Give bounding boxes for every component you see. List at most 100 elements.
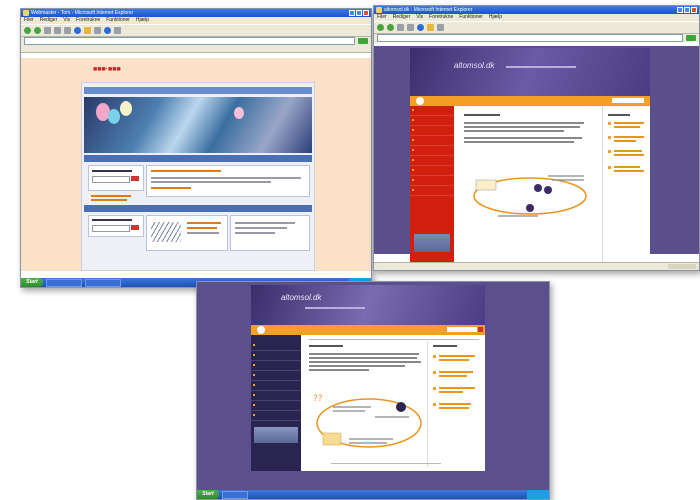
history-icon[interactable]	[94, 27, 101, 34]
menu-view[interactable]: Vis	[416, 14, 423, 21]
sidebar-item[interactable]	[251, 341, 301, 351]
search-icon[interactable]	[417, 24, 424, 31]
refresh-icon[interactable]	[54, 27, 61, 34]
page-container	[81, 82, 315, 271]
search-input[interactable]	[92, 225, 130, 232]
menu-file[interactable]: Filer	[377, 14, 387, 21]
system-tray	[527, 490, 549, 499]
maximize-button[interactable]	[684, 7, 690, 13]
back-icon[interactable]	[24, 27, 31, 34]
forward-icon[interactable]	[387, 24, 394, 31]
svg-text:??: ??	[313, 394, 323, 404]
sidebar-item[interactable]	[251, 411, 301, 421]
sidebar-item[interactable]	[251, 351, 301, 361]
menu-help[interactable]: Hjælp	[489, 14, 502, 21]
taskbar-item[interactable]	[46, 278, 82, 287]
menu-view[interactable]: Vis	[63, 17, 70, 24]
menu-help[interactable]: Hjælp	[136, 17, 149, 24]
minimize-button[interactable]	[349, 10, 355, 16]
top-nav-bar	[410, 96, 650, 106]
sidebar-item[interactable]	[410, 166, 454, 176]
site-search-input[interactable]	[447, 327, 477, 332]
mail-icon[interactable]	[104, 27, 111, 34]
favorites-icon[interactable]	[427, 24, 434, 31]
print-icon[interactable]	[114, 27, 121, 34]
address-field[interactable]	[377, 34, 683, 42]
menu-favorites[interactable]: Foretrukne	[76, 17, 100, 24]
login-button[interactable]	[131, 176, 139, 181]
sidebar-item[interactable]	[410, 136, 454, 146]
menu-tools[interactable]: Funktioner	[106, 17, 130, 24]
sidebar-item[interactable]	[410, 156, 454, 166]
menu-tools[interactable]: Funktioner	[459, 14, 483, 21]
sidebar-item[interactable]	[251, 401, 301, 411]
screenshot-1-browser-window: Webmaster - Tom - Microsoft Internet Exp…	[20, 8, 372, 288]
sidebar-item[interactable]	[410, 146, 454, 156]
top-nav-bar	[251, 325, 485, 335]
refresh-icon[interactable]	[407, 24, 414, 31]
search-button[interactable]	[478, 327, 483, 332]
home-icon[interactable]	[64, 27, 71, 34]
sidebar-image	[254, 427, 298, 443]
sidebar-item[interactable]	[251, 371, 301, 381]
site-logo: altomsol.dk	[454, 61, 495, 70]
news-box	[230, 215, 310, 251]
site-banner: altomsol.dk	[251, 285, 485, 325]
close-button[interactable]	[363, 10, 369, 16]
address-bar	[374, 34, 699, 42]
go-button[interactable]	[686, 35, 696, 41]
window-titlebar: Webmaster - Tom - Microsoft Internet Exp…	[21, 9, 371, 17]
menu-file[interactable]: Filer	[24, 17, 34, 24]
menu-edit[interactable]: Rediger	[393, 14, 411, 21]
page-viewport: ■■■·■■■	[21, 58, 371, 271]
main-content: ??	[301, 335, 485, 471]
taskbar-item[interactable]	[85, 278, 121, 287]
login-input[interactable]	[92, 176, 130, 183]
home-icon[interactable]	[257, 326, 265, 334]
start-button[interactable]: Start	[197, 490, 219, 499]
minimize-button[interactable]	[677, 7, 683, 13]
search-icon[interactable]	[74, 27, 81, 34]
links-bar	[21, 45, 371, 53]
page-viewport: altomsol.dk	[197, 282, 549, 490]
sidebar-item[interactable]	[251, 391, 301, 401]
article-image	[151, 222, 181, 242]
maximize-button[interactable]	[356, 10, 362, 16]
search-box	[88, 215, 144, 237]
menu-bar: Filer Rediger Vis Foretrukne Funktioner …	[21, 17, 371, 24]
address-field[interactable]	[24, 37, 355, 45]
welcome-box	[146, 165, 310, 197]
menu-edit[interactable]: Rediger	[40, 17, 58, 24]
back-icon[interactable]	[377, 24, 384, 31]
sidebar-nav	[251, 335, 301, 471]
section-bar	[84, 155, 312, 162]
sidebar-item[interactable]	[410, 126, 454, 136]
sidebar-item[interactable]	[410, 116, 454, 126]
sidebar-item[interactable]	[251, 361, 301, 371]
toolbar	[21, 24, 371, 37]
sidebar-item[interactable]	[410, 176, 454, 186]
sidebar-item[interactable]	[410, 186, 454, 196]
taskbar-item[interactable]	[222, 490, 248, 499]
go-button[interactable]	[358, 38, 368, 44]
hero-image	[84, 97, 312, 153]
close-button[interactable]	[691, 7, 697, 13]
sidebar-item[interactable]	[410, 106, 454, 116]
start-button[interactable]: Start	[21, 278, 43, 287]
window-title: Webmaster - Tom - Microsoft Internet Exp…	[31, 10, 134, 16]
menu-favorites[interactable]: Foretrukne	[429, 14, 453, 21]
window-title: altomsol.dk - Microsoft Internet Explore…	[384, 7, 473, 13]
home-icon[interactable]	[416, 97, 424, 105]
stop-icon[interactable]	[397, 24, 404, 31]
forward-icon[interactable]	[34, 27, 41, 34]
stop-icon[interactable]	[44, 27, 51, 34]
favorites-icon[interactable]	[84, 27, 91, 34]
print-icon[interactable]	[437, 24, 444, 31]
search-button[interactable]	[131, 225, 139, 230]
sidebar-item[interactable]	[251, 381, 301, 391]
main-content	[454, 106, 650, 266]
article-box	[146, 215, 228, 251]
screenshot-2-browser-window: altomsol.dk - Microsoft Internet Explore…	[373, 5, 700, 271]
ie-icon	[23, 10, 29, 16]
site-search-input[interactable]	[612, 98, 644, 103]
